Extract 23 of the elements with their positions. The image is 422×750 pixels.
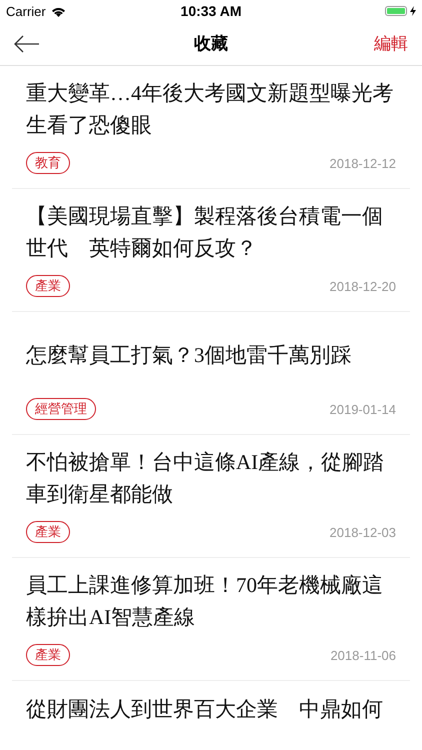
page-title: 收藏 <box>193 33 229 55</box>
battery-icon <box>385 6 408 16</box>
article-title[interactable]: 怎麼幫員工打氣？3個地雷千萬別踩 <box>26 339 352 371</box>
category-tag: 產業 <box>26 521 70 543</box>
wifi-icon <box>50 6 66 16</box>
back-arrow-icon[interactable] <box>14 34 40 52</box>
article-title[interactable]: 重大變革…4年後大考國文新題型曝光考生看了恐傻眼 <box>26 77 396 141</box>
article-date: 2018-12-12 <box>330 156 396 170</box>
category-tag: 經營管理 <box>26 398 96 420</box>
article-date: 2018-12-20 <box>330 278 396 294</box>
carrier-label: Carrier <box>6 4 46 18</box>
article-date: 2018-11-06 <box>330 648 396 662</box>
category-tag: 產業 <box>26 275 70 297</box>
article-title[interactable]: 【美國現場直擊】製程落後台積電一個世代 英特爾如何反攻？ <box>26 200 396 264</box>
article-title[interactable]: 員工上課進修算加班！70年老機械廠這樣拚出AI智慧產線 <box>26 569 396 633</box>
category-tag: 產業 <box>26 644 70 666</box>
article-date: 2019-01-14 <box>330 402 396 416</box>
article-date: 2018-12-03 <box>330 524 396 540</box>
edit-button[interactable]: 編輯 <box>374 32 408 55</box>
clock-time: 10:33 AM <box>180 3 242 19</box>
category-tag: 教育 <box>26 152 70 174</box>
article-title[interactable]: 從財團法人到世界百大企業 中鼎如何 <box>26 693 383 725</box>
article-title[interactable]: 不怕被搶單！台中這條AI產線，從腳踏車到衛星都能做 <box>26 446 396 510</box>
